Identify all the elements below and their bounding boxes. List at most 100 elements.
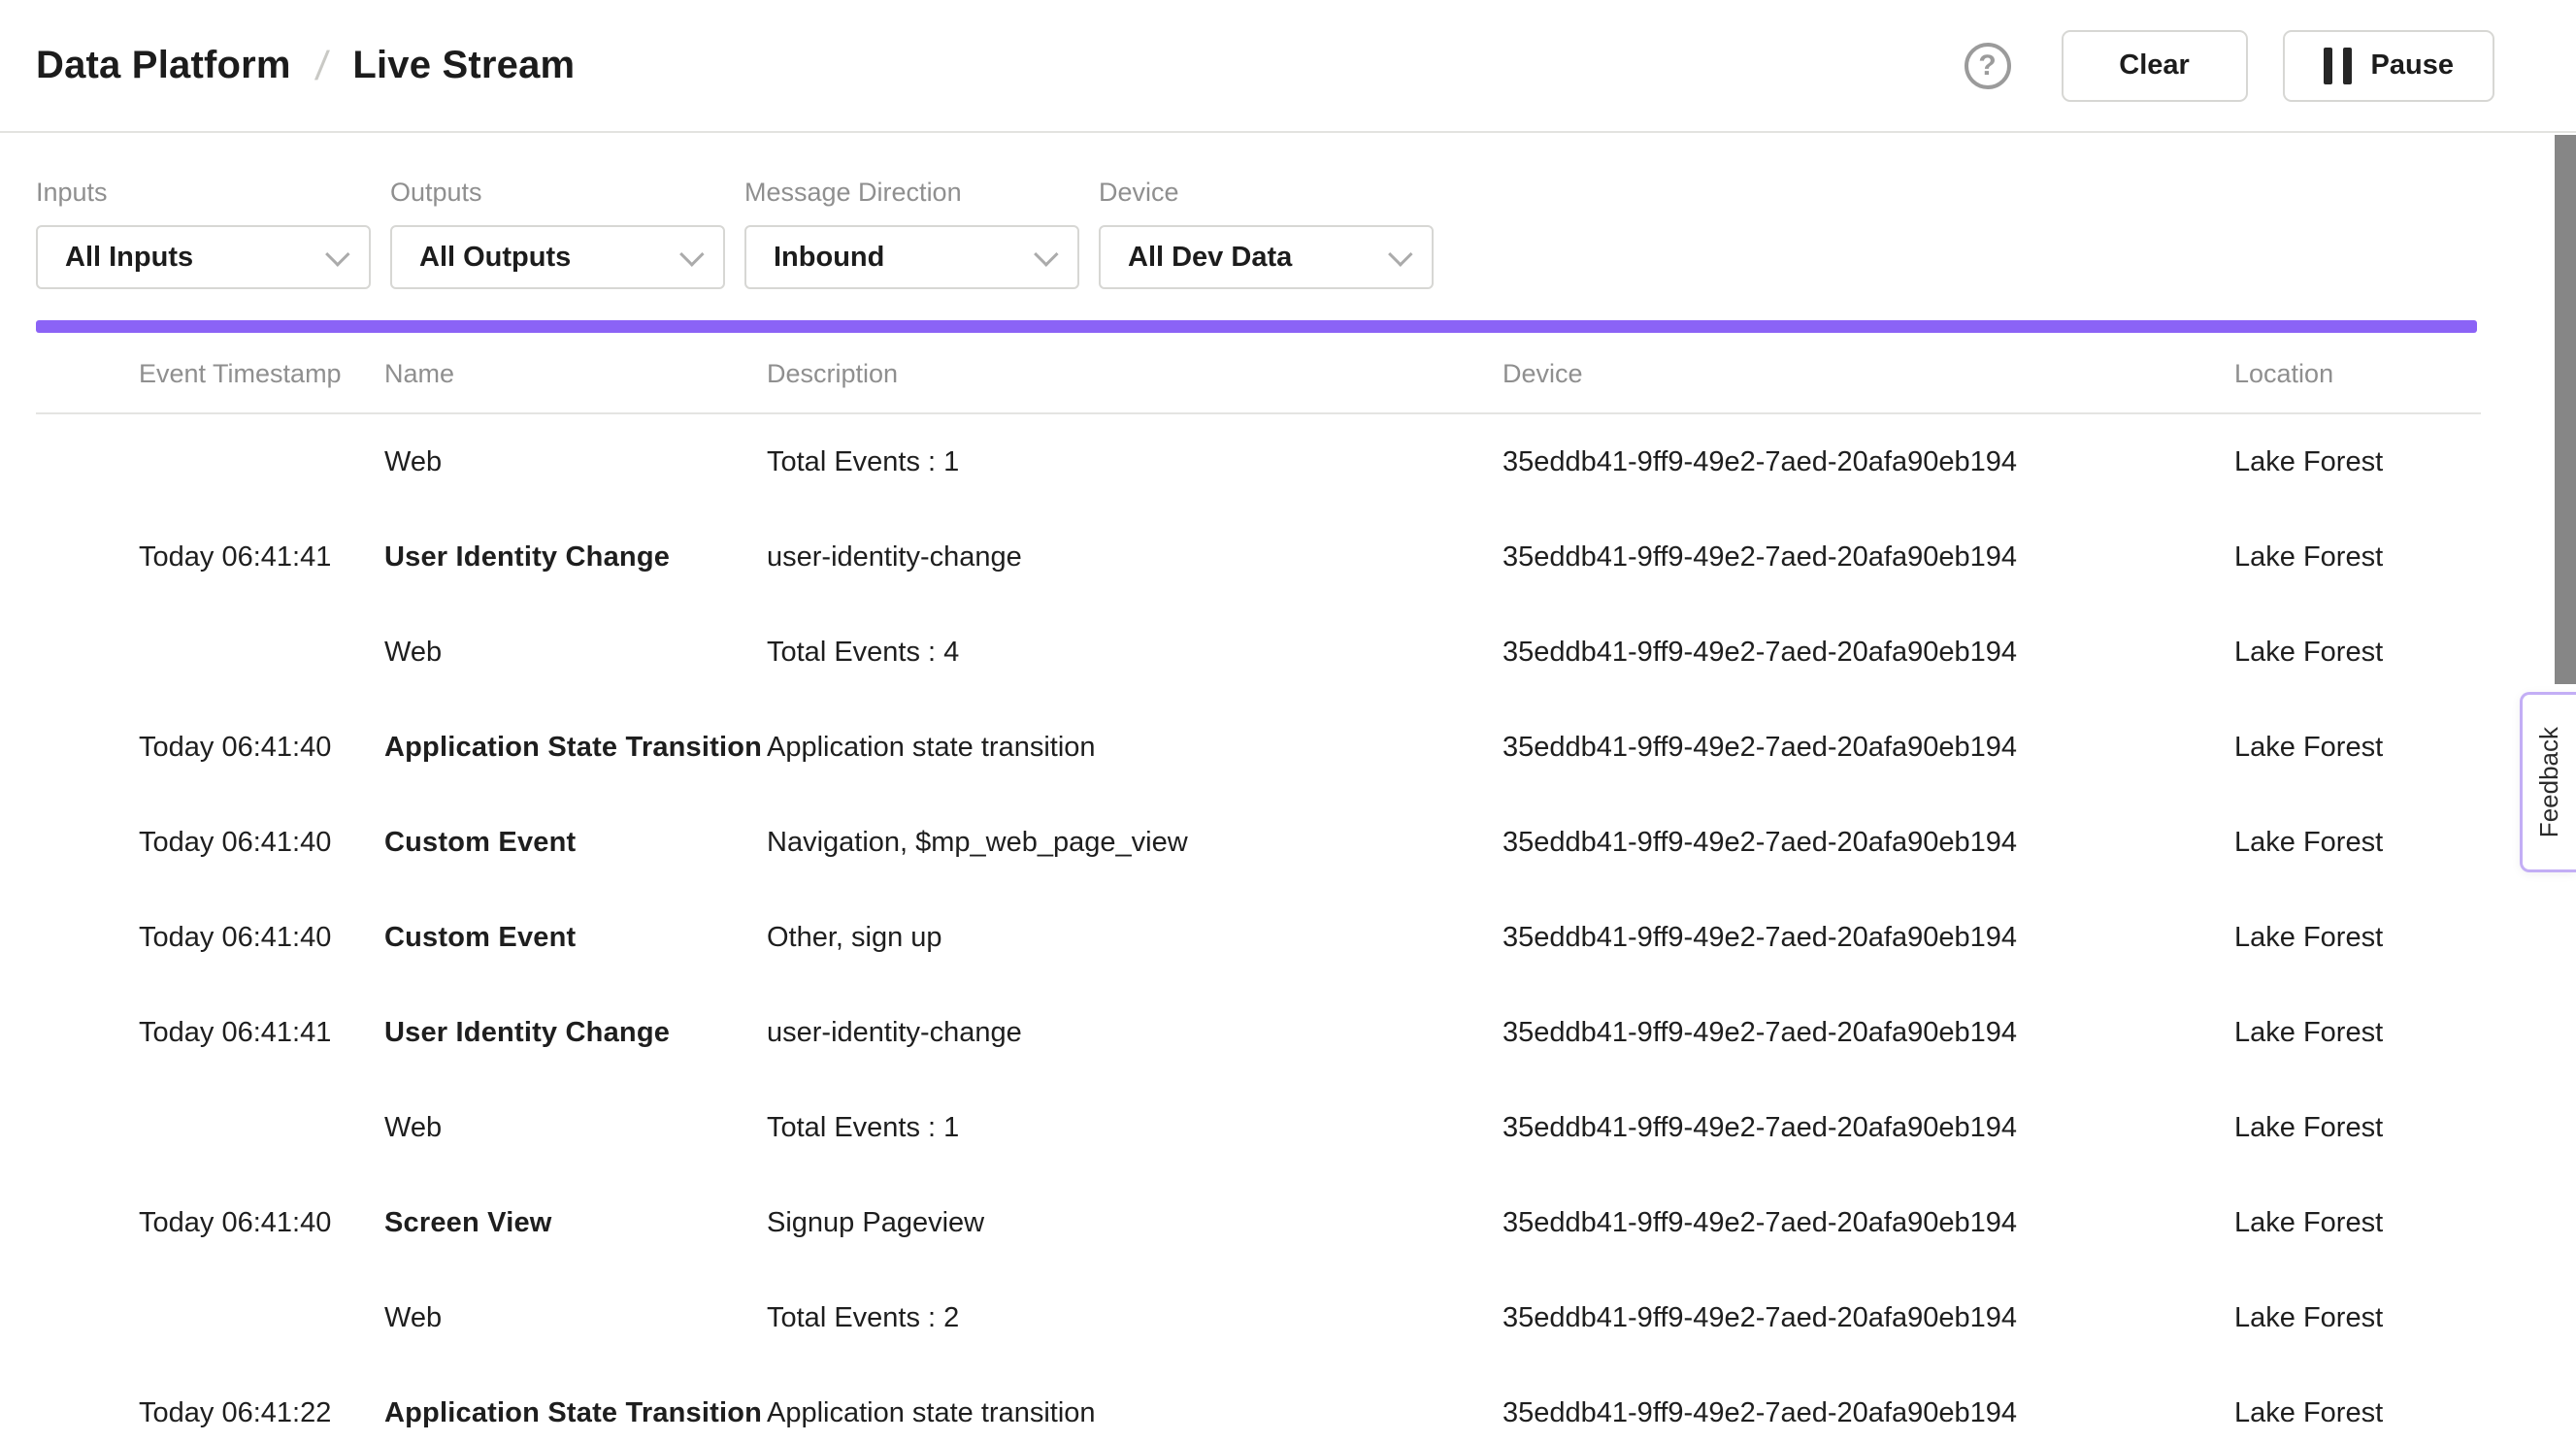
chevron-down-icon [325,242,349,266]
event-device-cell: 35eddb41-9ff9-49e2-7aed-20afa90eb194 [1503,446,2234,478]
event-location-cell: Lake Forest [2234,1017,2576,1049]
event-description-cell: Application state transition [767,732,1503,764]
breadcrumb-section[interactable]: Data Platform [36,44,291,87]
event-location-cell: Lake Forest [2234,1302,2576,1334]
column-name: Name [384,359,767,389]
event-location-cell: Lake Forest [2234,541,2576,574]
table-row[interactable]: Web Total Events : 2 35eddb41-9ff9-49e2-… [0,1270,2576,1365]
feedback-tab-label: Feedback [2534,727,2564,837]
table-row[interactable]: Today 06:41:40 Custom Event Navigation, … [0,795,2576,890]
inputs-filter-label: Inputs [36,178,371,208]
table-row[interactable]: Web Total Events : 1 35eddb41-9ff9-49e2-… [0,1080,2576,1175]
pause-button[interactable]: Pause [2283,30,2494,102]
event-name-cell: Custom Event [384,922,767,954]
event-name-cell: Application State Transition [384,732,767,764]
event-location-cell: Lake Forest [2234,446,2576,478]
message-direction-filter-label: Message Direction [744,178,1079,208]
event-device-cell: 35eddb41-9ff9-49e2-7aed-20afa90eb194 [1503,1207,2234,1239]
top-bar-actions: ? Clear Pause [1965,30,2494,102]
inputs-select-value: All Inputs [65,242,193,274]
event-location-cell: Lake Forest [2234,637,2576,669]
column-device: Device [1503,359,2234,389]
event-name-cell: Screen View [384,1207,767,1239]
event-name-cell: User Identity Change [384,541,767,574]
event-device-cell: 35eddb41-9ff9-49e2-7aed-20afa90eb194 [1503,541,2234,574]
column-location: Location [2234,359,2576,389]
event-device-cell: 35eddb41-9ff9-49e2-7aed-20afa90eb194 [1503,1112,2234,1144]
vertical-scrollbar[interactable] [2555,135,2576,684]
event-timestamp-cell: Today 06:41:40 [139,922,384,954]
page-title: Live Stream [352,44,575,87]
event-timestamp-cell: Today 06:41:22 [139,1397,384,1429]
event-description-cell: user-identity-change [767,1017,1503,1049]
column-description: Description [767,359,1503,389]
event-description-cell: user-identity-change [767,541,1503,574]
event-description-cell: Signup Pageview [767,1207,1503,1239]
table-row[interactable]: Web Total Events : 1 35eddb41-9ff9-49e2-… [0,414,2576,509]
device-filter-label: Device [1099,178,1434,208]
event-location-cell: Lake Forest [2234,1207,2576,1239]
event-name-cell: Web [384,637,767,669]
event-name-cell: Web [384,1302,767,1334]
event-location-cell: Lake Forest [2234,1397,2576,1429]
feedback-tab[interactable]: Feedback [2520,692,2576,872]
chevron-down-icon [1034,242,1058,266]
breadcrumb-separator: / [313,43,330,89]
event-device-cell: 35eddb41-9ff9-49e2-7aed-20afa90eb194 [1503,827,2234,859]
event-device-cell: 35eddb41-9ff9-49e2-7aed-20afa90eb194 [1503,637,2234,669]
event-description-cell: Total Events : 2 [767,1302,1503,1334]
table-row[interactable]: Today 06:41:41 User Identity Change user… [0,985,2576,1080]
device-select[interactable]: All Dev Data [1099,225,1434,289]
outputs-select[interactable]: All Outputs [390,225,725,289]
pause-icon [2324,48,2352,84]
table-row[interactable]: Web Total Events : 4 35eddb41-9ff9-49e2-… [0,605,2576,700]
event-description-cell: Total Events : 4 [767,637,1503,669]
outputs-filter-label: Outputs [390,178,725,208]
event-name-cell: User Identity Change [384,1017,767,1049]
top-bar: Data Platform / Live Stream ? Clear Paus… [0,0,2576,133]
table-row[interactable]: Today 06:41:40 Custom Event Other, sign … [0,890,2576,985]
event-timestamp-cell: Today 06:41:40 [139,1207,384,1239]
column-event-timestamp: Event Timestamp [139,359,384,389]
live-stream-progress-bar [36,320,2477,333]
table-row[interactable]: Today 06:41:40 Application State Transit… [0,700,2576,795]
inputs-select[interactable]: All Inputs [36,225,371,289]
event-description-cell: Total Events : 1 [767,1112,1503,1144]
event-device-cell: 35eddb41-9ff9-49e2-7aed-20afa90eb194 [1503,922,2234,954]
event-name-cell: Web [384,446,767,478]
event-description-cell: Total Events : 1 [767,446,1503,478]
event-location-cell: Lake Forest [2234,922,2576,954]
clear-button-label: Clear [2119,49,2190,82]
help-icon[interactable]: ? [1965,43,2011,89]
event-name-cell: Custom Event [384,827,767,859]
event-location-cell: Lake Forest [2234,1112,2576,1144]
event-device-cell: 35eddb41-9ff9-49e2-7aed-20afa90eb194 [1503,1302,2234,1334]
device-select-value: All Dev Data [1128,242,1292,274]
event-description-cell: Navigation, $mp_web_page_view [767,827,1503,859]
event-timestamp-cell: Today 06:41:40 [139,732,384,764]
chevron-down-icon [1388,242,1412,266]
table-header: Event Timestamp Name Description Device … [0,333,2576,414]
filter-bar: Inputs All Inputs Outputs All Outputs Me… [0,133,2576,289]
message-direction-filter: Message Direction Inbound [744,178,1079,289]
table-row[interactable]: Today 06:41:40 Screen View Signup Pagevi… [0,1175,2576,1270]
event-device-cell: 35eddb41-9ff9-49e2-7aed-20afa90eb194 [1503,1017,2234,1049]
table-row[interactable]: Today 06:41:41 User Identity Change user… [0,509,2576,605]
message-direction-select[interactable]: Inbound [744,225,1079,289]
clear-button[interactable]: Clear [2062,30,2248,102]
inputs-filter: Inputs All Inputs [36,178,371,289]
event-name-cell: Application State Transition [384,1397,767,1429]
event-device-cell: 35eddb41-9ff9-49e2-7aed-20afa90eb194 [1503,1397,2234,1429]
event-name-cell: Web [384,1112,767,1144]
message-direction-select-value: Inbound [774,242,884,274]
outputs-select-value: All Outputs [419,242,571,274]
outputs-filter: Outputs All Outputs [390,178,725,289]
table-row[interactable]: Today 06:41:22 Application State Transit… [0,1365,2576,1442]
breadcrumb: Data Platform / Live Stream [36,43,575,89]
event-timestamp-cell: Today 06:41:40 [139,827,384,859]
event-table-body: Web Total Events : 1 35eddb41-9ff9-49e2-… [0,414,2576,1442]
live-stream-page: Data Platform / Live Stream ? Clear Paus… [0,0,2576,1442]
event-device-cell: 35eddb41-9ff9-49e2-7aed-20afa90eb194 [1503,732,2234,764]
chevron-down-icon [679,242,704,266]
pause-button-label: Pause [2371,49,2454,82]
